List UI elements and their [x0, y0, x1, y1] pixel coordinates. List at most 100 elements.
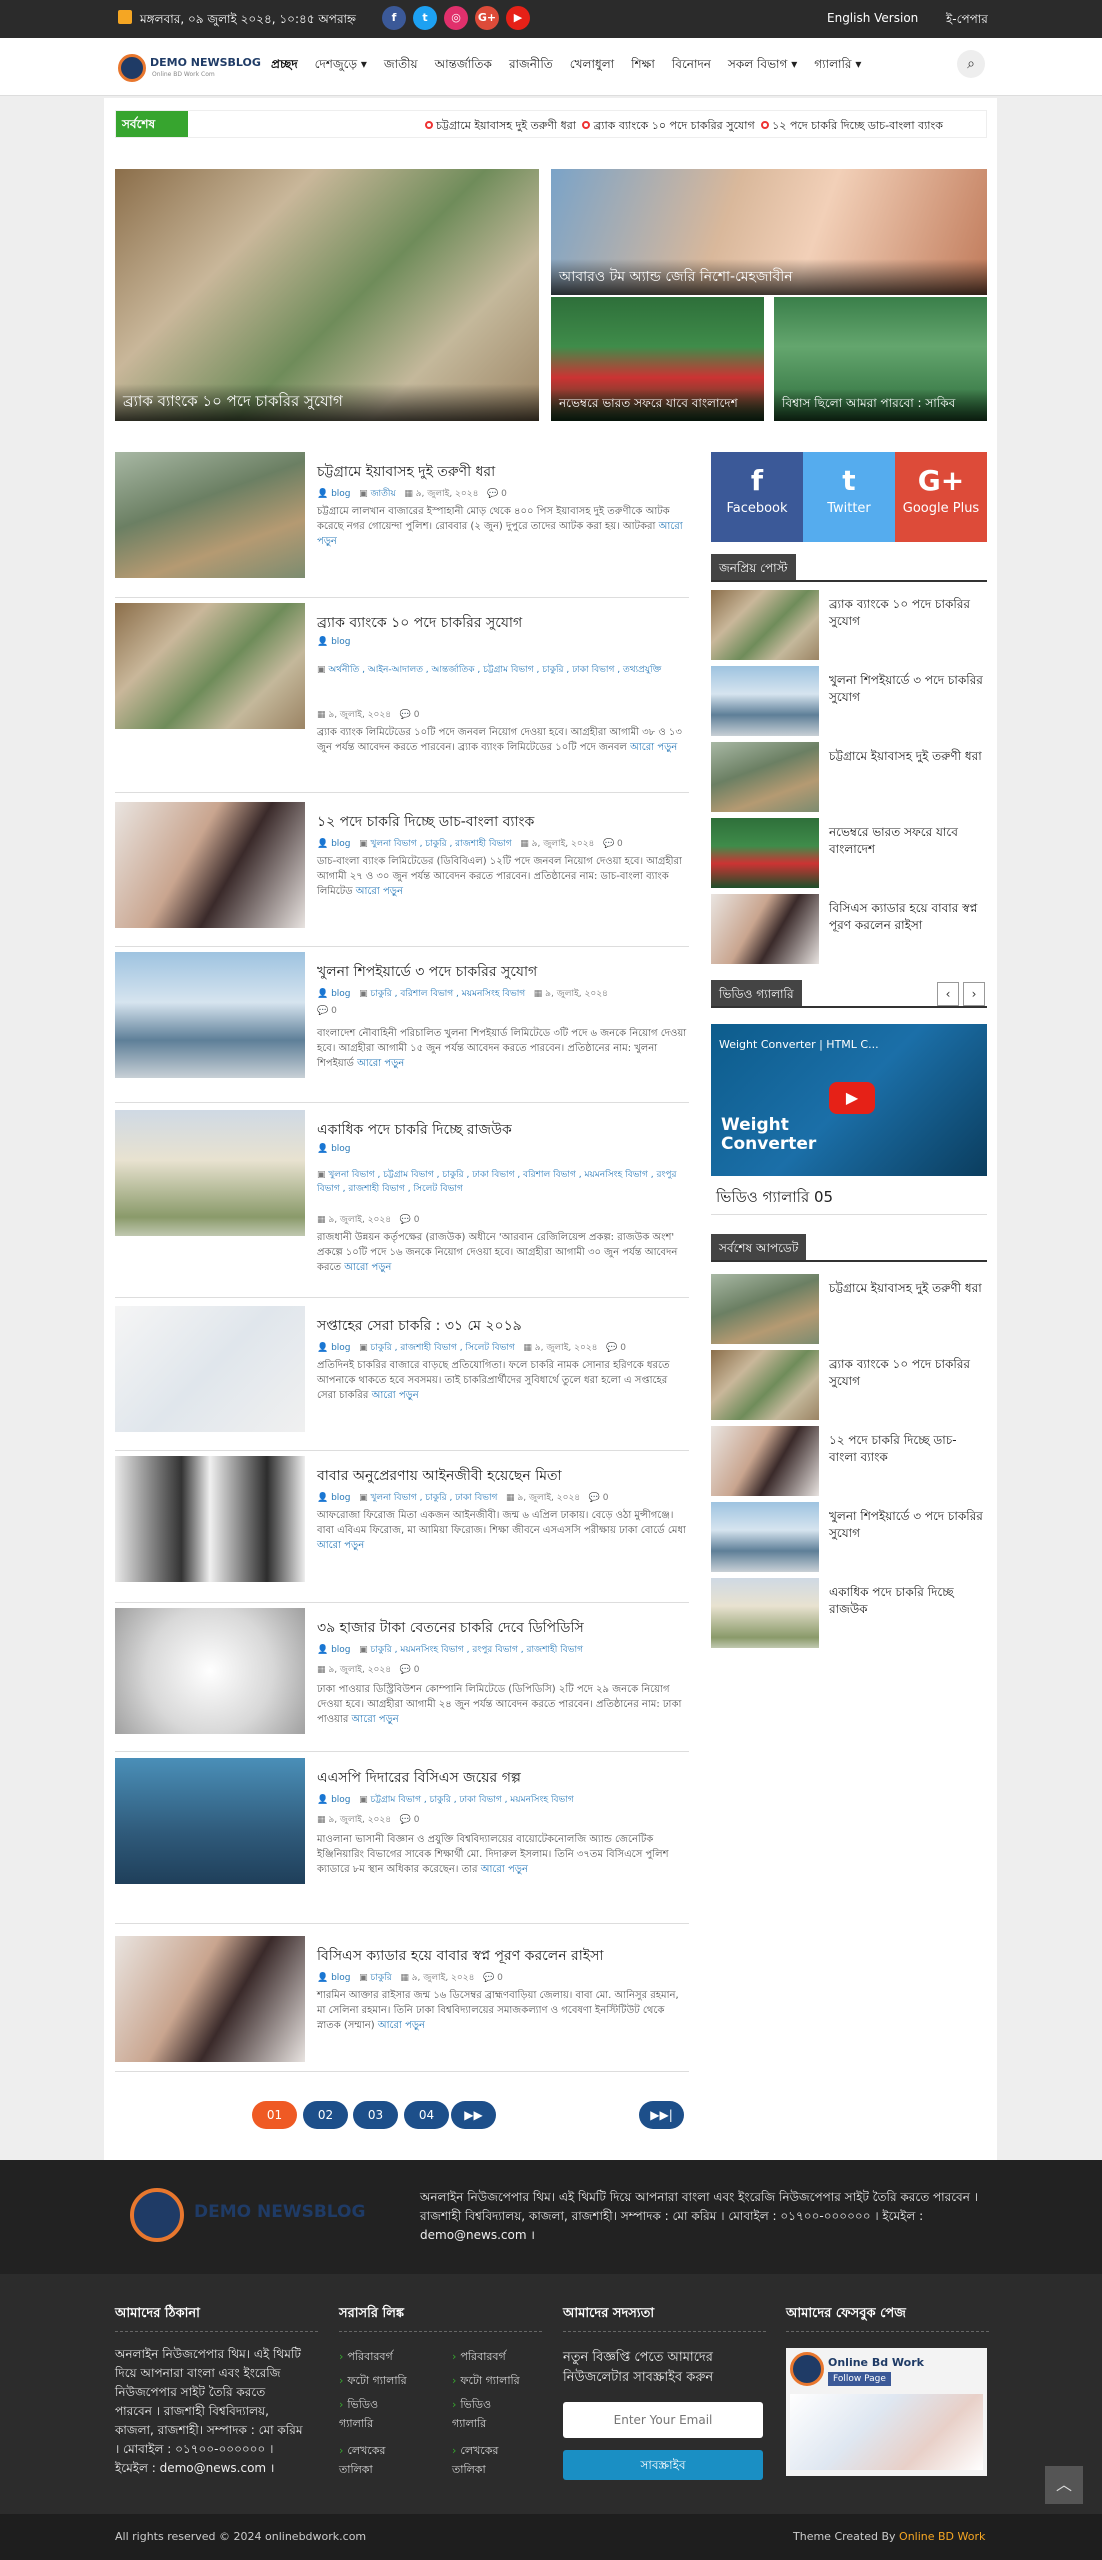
hero-bottom-left[interactable]: নভেম্বরে ভারত সফরে যাবে বাংলাদেশ — [551, 297, 764, 421]
read-more-link[interactable]: আরো পড়ুন — [372, 1390, 419, 1401]
latest-post-title[interactable]: একাধিক পদে চাকরি দিচ্ছে রাজউক — [829, 1584, 984, 1618]
nav-entertainment[interactable]: বিনোদন — [672, 56, 711, 76]
youtube-icon[interactable]: ▶ — [506, 6, 530, 30]
latest-post-item[interactable]: খুলনা শিপইয়ার্ডে ৩ পদে চাকরির সুযোগ — [711, 1502, 987, 1572]
latest-post-item[interactable]: চট্টগ্রামে ইয়াবাসহ দুই তরুণী ধরা — [711, 1274, 987, 1344]
google-plus-share-box[interactable]: G+ Google Plus — [895, 452, 987, 542]
footer-link[interactable]: › লেখকের তালিকা — [339, 2442, 409, 2480]
instagram-icon[interactable]: ◎ — [444, 6, 468, 30]
nav-sports[interactable]: খেলাধুলা — [570, 56, 614, 76]
footer-link[interactable]: › পরিবারবর্গ — [339, 2348, 393, 2367]
post-title[interactable]: বাবার অনুপ্রেরণায় আইনজীবী হয়েছেন মিতা — [317, 1464, 562, 1488]
popular-post-item[interactable]: বিসিএস ক্যাডার হয়ে বাবার স্বপ্ন পূরণ কর… — [711, 894, 987, 964]
nav-education[interactable]: শিক্ষা — [631, 56, 655, 76]
video-caption[interactable]: ভিডিও গ্যালারি 05 — [716, 1186, 833, 1211]
read-more-link[interactable]: আরো পড়ুন — [356, 886, 403, 897]
post-title[interactable]: খুলনা শিপইয়ার্ডে ৩ পদে চাকরির সুযোগ — [317, 960, 537, 984]
theme-credit-link[interactable]: Online BD Work — [899, 2530, 985, 2543]
post-thumbnail[interactable] — [115, 1110, 305, 1236]
subscribe-button[interactable]: সাবস্ক্রাইব — [563, 2450, 763, 2480]
page-4-button[interactable]: 04 — [404, 2101, 449, 2129]
hero-main[interactable]: ব্র্যাক ব্যাংকে ১০ পদে চাকরির সুযোগ — [115, 169, 539, 421]
page-3-button[interactable]: 03 — [353, 2101, 398, 2129]
nav-home[interactable]: প্রচ্ছদ — [271, 56, 298, 76]
read-more-link[interactable]: আরো পড়ুন — [317, 1540, 364, 1551]
post-title[interactable]: একাধিক পদে চাকরি দিচ্ছে রাজউক — [317, 1118, 512, 1142]
post-thumbnail[interactable] — [115, 1758, 305, 1884]
search-icon[interactable]: ⌕ — [957, 50, 985, 78]
footer-link[interactable]: › লেখকের তালিকা — [452, 2442, 522, 2480]
popular-post-item[interactable]: ব্র্যাক ব্যাংকে ১০ পদে চাকরির সুযোগ — [711, 590, 987, 660]
read-more-link[interactable]: আরো পড়ুন — [630, 742, 677, 753]
page-2-button[interactable]: 02 — [303, 2101, 348, 2129]
popular-post-item[interactable]: চট্টগ্রামে ইয়াবাসহ দুই তরুণী ধরা — [711, 742, 987, 812]
video-prev-button[interactable]: ‹ — [937, 982, 959, 1006]
popular-post-title[interactable]: বিসিএস ক্যাডার হয়ে বাবার স্বপ্ন পূরণ কর… — [829, 900, 984, 934]
fb-follow-button[interactable]: Follow Page — [828, 2372, 891, 2386]
last-page-button[interactable]: ▶▶| — [639, 2101, 684, 2129]
post-thumbnail[interactable] — [115, 603, 305, 729]
latest-post-title[interactable]: চট্টগ্রামে ইয়াবাসহ দুই তরুণী ধরা — [829, 1280, 984, 1297]
post-thumbnail[interactable] — [115, 1456, 305, 1582]
facebook-icon[interactable]: f — [382, 6, 406, 30]
english-version-link[interactable]: English Version — [827, 11, 918, 25]
post-thumbnail[interactable] — [115, 802, 305, 928]
read-more-link[interactable]: আরো পড়ুন — [357, 1058, 404, 1069]
latest-post-title[interactable]: ব্র্যাক ব্যাংকে ১০ পদে চাকরির সুযোগ — [829, 1356, 984, 1390]
footer-link[interactable]: › ফটো গ্যালারি — [452, 2372, 520, 2391]
ticker-item[interactable]: চট্টগ্রামে ইয়াবাসহ দুই তরুণী ধরা — [436, 119, 576, 132]
hero-top-right[interactable]: আবারও টম অ্যান্ড জেরি নিশো-মেহজাবীন — [551, 169, 987, 295]
post-thumbnail[interactable] — [115, 1936, 305, 2062]
read-more-link[interactable]: আরো পড়ুন — [352, 1714, 399, 1725]
hero-bottom-right[interactable]: বিশ্বাস ছিলো আমরা পারবো : সাকিব — [774, 297, 987, 421]
popular-post-item[interactable]: নভেম্বরে ভারত সফরে যাবে বাংলাদেশ — [711, 818, 987, 888]
ticker-item[interactable]: ব্র্যাক ব্যাংকে ১০ পদে চাকরির সুযোগ — [593, 119, 754, 132]
read-more-link[interactable]: আরো পড়ুন — [378, 2020, 425, 2031]
nav-all-sections[interactable]: সকল বিভাগ ▾ — [728, 56, 797, 76]
video-player[interactable]: Weight Converter | HTML C... ▶ Weight Co… — [711, 1024, 987, 1176]
back-to-top-button[interactable]: ︿ — [1045, 2466, 1083, 2504]
facebook-page-widget[interactable]: Online Bd Work Follow Page — [786, 2348, 987, 2476]
nav-politics[interactable]: রাজনীতি — [509, 56, 553, 76]
post-thumbnail[interactable] — [115, 452, 305, 578]
footer-link[interactable]: › ফটো গ্যালারি — [339, 2372, 407, 2391]
footer-link[interactable]: › ভিডিও গ্যালারি — [452, 2396, 522, 2434]
latest-post-item[interactable]: ১২ পদে চাকরি দিচ্ছে ডাচ-বাংলা ব্যাংক — [711, 1426, 987, 1496]
video-next-button[interactable]: › — [963, 982, 985, 1006]
post-thumbnail[interactable] — [115, 1608, 305, 1734]
next-page-button[interactable]: ▶▶ — [451, 2101, 496, 2129]
latest-post-item[interactable]: একাধিক পদে চাকরি দিচ্ছে রাজউক — [711, 1578, 987, 1648]
post-title[interactable]: ১২ পদে চাকরি দিচ্ছে ডাচ-বাংলা ব্যাংক — [317, 810, 534, 834]
latest-post-title[interactable]: খুলনা শিপইয়ার্ডে ৩ পদে চাকরির সুযোগ — [829, 1508, 984, 1542]
latest-post-item[interactable]: ব্র্যাক ব্যাংকে ১০ পদে চাকরির সুযোগ — [711, 1350, 987, 1420]
popular-post-item[interactable]: খুলনা শিপইয়ার্ডে ৩ পদে চাকরির সুযোগ — [711, 666, 987, 736]
site-logo[interactable]: DEMO NEWSBLOG Online BD Work Com — [118, 50, 261, 86]
nav-gallery[interactable]: গ্যালারি ▾ — [814, 56, 861, 76]
play-icon[interactable]: ▶ — [829, 1082, 875, 1114]
footer-link[interactable]: › পরিবারবর্গ — [452, 2348, 506, 2367]
post-title[interactable]: বিসিএস ক্যাডার হয়ে বাবার স্বপ্ন পূরণ কর… — [317, 1944, 603, 1968]
popular-post-title[interactable]: চট্টগ্রামে ইয়াবাসহ দুই তরুণী ধরা — [829, 748, 984, 765]
footer-link[interactable]: › ভিডিও গ্যালারি — [339, 2396, 409, 2434]
post-thumbnail[interactable] — [115, 1306, 305, 1432]
nav-national[interactable]: জাতীয় — [384, 56, 418, 76]
post-title[interactable]: ৩৯ হাজার টাকা বেতনের চাকরি দেবে ডিপিডিসি — [317, 1616, 584, 1640]
post-title[interactable]: চট্টগ্রামে ইয়াবাসহ দুই তরুণী ধরা — [317, 460, 495, 484]
email-input[interactable] — [563, 2402, 763, 2438]
post-title[interactable]: সপ্তাহের সেরা চাকরি : ৩১ মে ২০১৯ — [317, 1314, 522, 1338]
facebook-share-box[interactable]: f Facebook — [711, 452, 803, 542]
post-title[interactable]: এএসপি দিদারের বিসিএস জয়ের গল্প — [317, 1766, 521, 1790]
popular-post-title[interactable]: খুলনা শিপইয়ার্ডে ৩ পদে চাকরির সুযোগ — [829, 672, 984, 706]
twitter-share-box[interactable]: t Twitter — [803, 452, 895, 542]
google-plus-icon[interactable]: G+ — [475, 6, 499, 30]
read-more-link[interactable]: আরো পড়ুন — [481, 1864, 528, 1875]
popular-post-title[interactable]: ব্র্যাক ব্যাংকে ১০ পদে চাকরির সুযোগ — [829, 596, 984, 630]
page-1-button[interactable]: 01 — [252, 2101, 297, 2129]
latest-post-title[interactable]: ১২ পদে চাকরি দিচ্ছে ডাচ-বাংলা ব্যাংক — [829, 1432, 984, 1466]
read-more-link[interactable]: আরো পড়ুন — [344, 1262, 391, 1273]
popular-post-title[interactable]: নভেম্বরে ভারত সফরে যাবে বাংলাদেশ — [829, 824, 984, 858]
epaper-link[interactable]: ই-পেপার — [946, 11, 988, 31]
post-title[interactable]: ব্র্যাক ব্যাংকে ১০ পদে চাকরির সুযোগ — [317, 611, 522, 635]
post-thumbnail[interactable] — [115, 952, 305, 1078]
twitter-icon[interactable]: t — [413, 6, 437, 30]
